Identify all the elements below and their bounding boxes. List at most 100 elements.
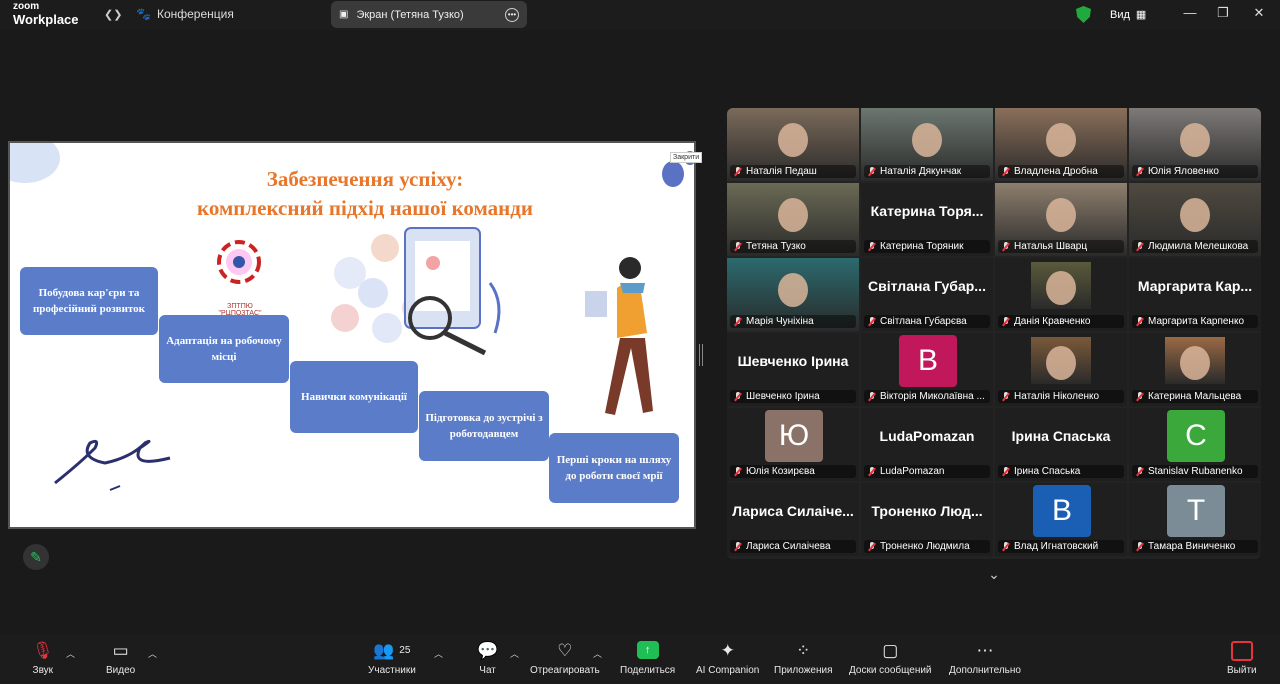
share-status-label: Экран (Тетяна Тузко) — [356, 8, 464, 21]
participant-tile[interactable]: Світлана Губар... Світлана Губарєва — [861, 258, 993, 331]
step-box-5: Перші кроки на шляху до роботи своєї мрі… — [549, 433, 679, 503]
slide-title-line1: Забезпечення успіху: — [266, 167, 464, 191]
muted-mic-icon — [868, 316, 876, 327]
signature-decor — [54, 439, 171, 491]
participant-name-tag: Наталья Шварц — [998, 240, 1124, 253]
minimize-panel-icon[interactable]: ❮❯ — [104, 8, 122, 21]
participant-tile[interactable]: Ю Юлія Козирєва — [727, 408, 859, 481]
participant-tile[interactable]: LudaPomazan LudaPomazan — [861, 408, 993, 481]
participant-tile[interactable]: Наталія Дякунчак — [861, 108, 993, 181]
participant-name: Юлія Козирєва — [746, 466, 815, 477]
participant-tile[interactable]: Шевченко Ірина Шевченко Ірина — [727, 333, 859, 406]
participant-name-tag: Юлія Яловенко — [1132, 165, 1258, 178]
video-button[interactable]: ▭ Видео — [106, 641, 135, 676]
apps-label: Приложения — [774, 665, 833, 676]
participant-video — [1031, 337, 1091, 384]
apps-button[interactable]: ⁘ Приложения — [774, 641, 833, 676]
close-annotation-label[interactable]: Закрити — [670, 152, 703, 163]
participant-name-tag: Вікторія Миколаївна ... — [864, 390, 990, 403]
participant-face — [778, 122, 808, 157]
leave-button[interactable]: Выйти — [1227, 641, 1257, 676]
chat-label: Чат — [479, 665, 496, 676]
share-label: Поделиться — [620, 665, 676, 676]
participant-tile[interactable]: Маргарита Кар... Маргарита Карпенко — [1129, 258, 1261, 331]
muted-mic-icon — [734, 466, 742, 477]
participant-face — [1046, 197, 1076, 232]
step-box-3: Навички комунікації — [290, 361, 418, 433]
participant-tile[interactable]: Данія Кравченко — [995, 258, 1127, 331]
participant-tile[interactable]: Юлія Яловенко — [1129, 108, 1261, 181]
screen-share-icon: ▣ — [339, 9, 349, 20]
participant-display-name: Шевченко Ірина — [737, 353, 849, 369]
participant-face — [778, 272, 808, 307]
panel-splitter-handle[interactable] — [699, 344, 703, 366]
ai-companion-button[interactable]: ✦ AI Companion — [696, 641, 759, 676]
muted-mic-icon — [1002, 316, 1010, 327]
muted-mic-icon — [1136, 466, 1144, 477]
security-shield-icon[interactable] — [1076, 6, 1091, 23]
meeting-title[interactable]: 🐾 Конференция — [136, 7, 234, 21]
share-button[interactable]: ↑ Поделиться — [620, 641, 675, 676]
participant-tile[interactable]: Ірина Спаська Ірина Спаська — [995, 408, 1127, 481]
participant-tile[interactable]: Катерина Торя... Катерина Торяник — [861, 183, 993, 256]
participant-tile[interactable]: В Вікторія Миколаївна ... — [861, 333, 993, 406]
participant-name: Наталія Дякунчак — [880, 166, 962, 177]
participant-name: Наталія Педаш — [746, 166, 817, 177]
participants-options-caret-icon[interactable]: ︿ — [434, 647, 443, 660]
view-button[interactable]: Вид ▦ — [1110, 8, 1146, 22]
participant-tile[interactable]: Троненко Люд... Троненко Людмила — [861, 483, 993, 556]
audio-options-caret-icon[interactable]: ︿ — [66, 647, 75, 660]
video-options-caret-icon[interactable]: ︿ — [148, 647, 157, 660]
muted-mic-icon — [1136, 391, 1144, 402]
participant-tile[interactable]: Людмила Мелешкова — [1129, 183, 1261, 256]
more-button[interactable]: ⋯ Дополнительно — [949, 641, 1021, 676]
participant-name-tag: Троненко Людмила — [864, 540, 990, 553]
participant-tile[interactable]: В Влад Игнатовский — [995, 483, 1127, 556]
muted-mic-icon: 🎙 — [32, 641, 54, 660]
chat-options-caret-icon[interactable]: ︿ — [510, 647, 519, 660]
apps-icon: ⁘ — [796, 641, 811, 660]
react-button[interactable]: ♡ Отреагировать — [530, 641, 600, 676]
participant-name: Тетяна Тузко — [746, 241, 806, 252]
participant-name: Маргарита Карпенко — [1148, 316, 1245, 327]
participant-tile[interactable]: Лариса Силаіче... Лариса Силаічева — [727, 483, 859, 556]
participant-name: Наталья Шварц — [1014, 241, 1088, 252]
more-options-icon[interactable]: ••• — [505, 7, 519, 22]
audio-button[interactable]: 🎙 Звук — [32, 641, 54, 676]
annotate-pen-icon[interactable]: ✎ — [23, 544, 49, 570]
chat-button[interactable]: 💬 Чат — [477, 641, 498, 676]
participant-tile[interactable]: Катерина Мальцева — [1129, 333, 1261, 406]
boards-button[interactable]: ▢ Доски сообщений — [849, 641, 932, 676]
participant-tile[interactable]: Т Тамара Виниченко — [1129, 483, 1261, 556]
participant-display-name: Троненко Люд... — [871, 503, 983, 519]
share-status-pill[interactable]: ▣ Экран (Тетяна Тузко) ••• — [331, 1, 527, 28]
participant-tile[interactable]: С Stanislav Rubanenko — [1129, 408, 1261, 481]
slide-title-line2: комплексний підхід нашої команди — [197, 196, 533, 220]
participants-button[interactable]: 👥 25 Участники — [368, 641, 416, 676]
minimize-window-icon[interactable]: — — [1180, 5, 1200, 20]
participant-name: Юлія Яловенко — [1148, 166, 1219, 177]
react-options-caret-icon[interactable]: ︿ — [593, 647, 602, 660]
board-icon: ▢ — [882, 641, 899, 660]
participant-tile[interactable]: Тетяна Тузко — [727, 183, 859, 256]
restore-window-icon[interactable]: ❐ — [1213, 5, 1233, 21]
muted-mic-icon — [1136, 541, 1144, 552]
participant-tile[interactable]: Владлена Дробна — [995, 108, 1127, 181]
slide-title: Забезпечення успіху: комплексний підхід … — [10, 165, 694, 223]
participant-name: Владлена Дробна — [1014, 166, 1098, 177]
participant-tile[interactable]: Наталія Ніколенко — [995, 333, 1127, 406]
participant-name-tag: Владлена Дробна — [998, 165, 1124, 178]
participant-video — [1031, 262, 1091, 309]
gallery-scroll-down-icon[interactable]: ⌄ — [964, 561, 1024, 587]
video-label: Видео — [106, 665, 136, 676]
participant-name-tag: Наталія Педаш — [730, 165, 856, 178]
close-window-icon[interactable]: ✕ — [1249, 5, 1269, 21]
paw-icon: 🐾 — [136, 7, 151, 21]
muted-mic-icon — [868, 166, 876, 177]
zoom-logo: zoom Workplace — [13, 2, 79, 27]
participant-tile[interactable]: Марія Чуніхіна — [727, 258, 859, 331]
participants-icon: 👥 25 — [373, 641, 411, 660]
participant-tile[interactable]: Наталья Шварц — [995, 183, 1127, 256]
muted-mic-icon — [734, 316, 742, 327]
participant-tile[interactable]: Наталія Педаш — [727, 108, 859, 181]
